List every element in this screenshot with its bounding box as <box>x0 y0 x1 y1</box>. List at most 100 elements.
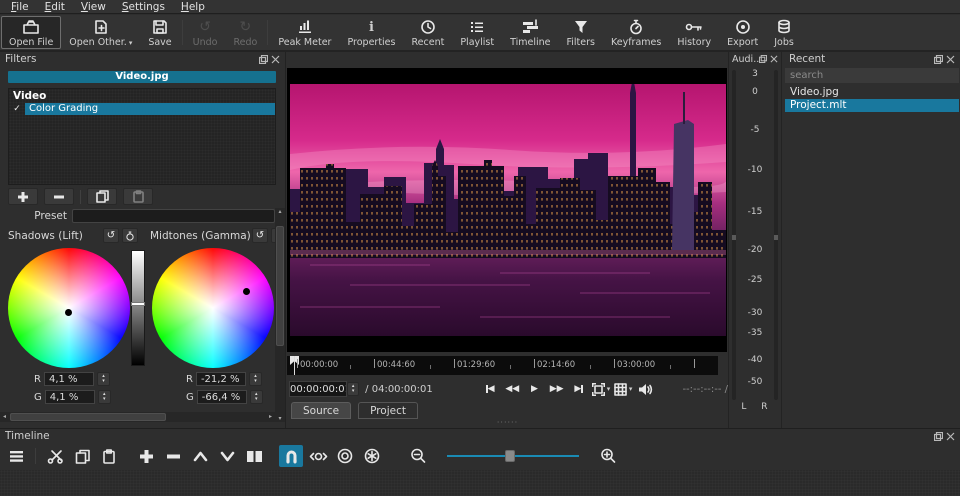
current-time-stepper[interactable]: ▴ ▾ <box>347 382 360 396</box>
close-panel-icon[interactable] <box>271 55 280 64</box>
zoom-out-button[interactable] <box>406 445 430 467</box>
preset-combobox[interactable] <box>72 209 275 223</box>
open-file-button[interactable]: Open File <box>1 16 62 49</box>
remove-filter-button[interactable] <box>44 188 74 205</box>
filters-vertical-scrollbar[interactable]: ▴ ▾ <box>275 208 285 422</box>
midtones-green-input[interactable] <box>196 390 247 404</box>
cut-button[interactable] <box>43 445 67 467</box>
menu-settings[interactable]: Settings <box>114 0 173 14</box>
shadows-level-slider[interactable] <box>131 250 145 366</box>
split-button[interactable] <box>242 445 266 467</box>
midtones-red-stepper[interactable]: ▴ ▾ <box>248 372 262 386</box>
jobs-button[interactable]: Jobs <box>766 16 802 49</box>
timeline-tracks-area[interactable] <box>0 470 960 496</box>
filter-list[interactable]: Video ✓ Color Grading <box>8 88 276 185</box>
overwrite-button[interactable] <box>215 445 239 467</box>
recent-search-input[interactable] <box>785 68 959 83</box>
timeline-button[interactable]: Timeline <box>502 16 558 49</box>
midtones-reset-icon[interactable]: ↺ <box>252 228 268 243</box>
vertical-scroll-thumb[interactable] <box>276 226 284 346</box>
fast-forward-button[interactable]: ▶▶ <box>546 380 568 398</box>
midtones-wheel-cursor[interactable] <box>243 288 250 295</box>
filters-horizontal-scrollbar[interactable]: ◂ ▸ <box>0 412 275 422</box>
zoom-fit-button[interactable]: ▾ <box>590 380 612 398</box>
ruler-timestamp: 02:14:60 <box>537 360 576 370</box>
midtones-green-stepper[interactable]: ▴ ▾ <box>249 390 263 404</box>
shadows-wheel-cursor[interactable] <box>65 309 72 316</box>
scroll-left-icon[interactable]: ◂ <box>0 412 9 422</box>
zoom-fit-icon <box>591 382 605 396</box>
copy-button[interactable] <box>70 445 94 467</box>
close-panel-icon[interactable] <box>770 55 778 63</box>
shadows-red-input[interactable] <box>43 372 94 386</box>
close-panel-icon[interactable] <box>946 432 955 441</box>
skip-to-end-button[interactable]: ▶ <box>568 380 590 398</box>
menu-file[interactable]: File <box>3 0 37 14</box>
menu-view[interactable]: View <box>73 0 114 14</box>
tab-source[interactable]: Source <box>291 402 352 419</box>
save-button[interactable]: Save <box>140 16 179 49</box>
midtones-red-input[interactable] <box>195 372 246 386</box>
zoom-slider-handle[interactable] <box>505 450 515 462</box>
recent-item-selected[interactable]: Project.mlt <box>785 99 959 112</box>
ripple-button[interactable] <box>333 445 357 467</box>
rewind-button[interactable]: ◀◀ <box>501 380 523 398</box>
properties-button[interactable]: i Properties <box>339 16 403 49</box>
play-button[interactable]: ▶ <box>523 380 545 398</box>
history-button[interactable]: History <box>669 16 719 49</box>
append-button[interactable] <box>134 445 158 467</box>
redo-button[interactable]: ↻ Redo <box>225 16 265 49</box>
recent-button[interactable]: Recent <box>403 16 452 49</box>
filters-button[interactable]: Filters <box>559 16 603 49</box>
snap-button[interactable] <box>279 445 303 467</box>
scroll-right-icon[interactable]: ▸ <box>266 412 275 422</box>
add-filter-button[interactable] <box>8 188 38 205</box>
shadows-red-stepper[interactable]: ▴ ▾ <box>96 372 110 386</box>
horizontal-scroll-thumb[interactable] <box>10 413 166 421</box>
grid-button[interactable]: ▾ <box>612 380 634 398</box>
filter-row-color-grading[interactable]: ✓ Color Grading <box>9 103 275 115</box>
player-time-ruler[interactable]: 00:00:00 00:44:60 01:29:60 02:14:60 03:0… <box>287 356 718 375</box>
ruler-tick <box>374 359 375 368</box>
export-button[interactable]: Export <box>719 16 766 49</box>
copy-filters-button[interactable] <box>87 188 117 205</box>
meter-bar-right <box>774 70 778 400</box>
shadows-green-stepper[interactable]: ▴ ▾ <box>97 390 111 404</box>
close-panel-icon[interactable] <box>946 55 955 64</box>
menu-help[interactable]: Help <box>173 0 213 14</box>
tab-project[interactable]: Project <box>358 402 419 419</box>
keyframes-button[interactable]: Keyframes <box>603 16 669 49</box>
timeline-menu-button[interactable] <box>4 445 28 467</box>
volume-button[interactable] <box>634 380 656 398</box>
float-panel-icon[interactable] <box>934 431 943 441</box>
shadows-color-wheel[interactable] <box>8 248 130 368</box>
shadows-level-handle[interactable] <box>131 302 145 306</box>
current-time-input[interactable] <box>289 381 347 397</box>
ripple-all-tracks-button[interactable] <box>360 445 384 467</box>
menu-edit[interactable]: Edit <box>37 0 73 14</box>
open-other-button[interactable]: Open Other. ▾ <box>61 16 140 49</box>
splitter-grip[interactable]: ······ <box>497 418 518 427</box>
lift-button[interactable] <box>188 445 212 467</box>
scroll-up-icon[interactable]: ▴ <box>275 208 285 215</box>
ripple-delete-button[interactable] <box>161 445 185 467</box>
shadows-keyframe-icon[interactable] <box>122 228 138 243</box>
scroll-down-icon[interactable]: ▾ <box>275 415 285 422</box>
timeline-zoom-slider[interactable] <box>447 449 579 463</box>
shadows-reset-icon[interactable]: ↺ <box>103 228 119 243</box>
zoom-in-button[interactable] <box>596 445 620 467</box>
midtones-color-wheel[interactable] <box>152 248 274 368</box>
playlist-button[interactable]: Playlist <box>452 16 502 49</box>
shadows-green-input[interactable] <box>44 390 95 404</box>
float-panel-icon[interactable] <box>259 54 268 64</box>
paste-filters-button[interactable] <box>123 188 153 205</box>
scrub-while-dragging-button[interactable] <box>306 445 330 467</box>
skip-to-start-button[interactable]: ◀ <box>479 380 501 398</box>
undo-button[interactable]: ↺ Undo <box>185 16 226 49</box>
peak-meter-button[interactable]: Peak Meter <box>270 16 339 49</box>
float-panel-icon[interactable] <box>759 55 767 63</box>
float-panel-icon[interactable] <box>934 54 943 64</box>
filter-checkbox[interactable]: ✓ <box>9 104 25 114</box>
paste-button[interactable] <box>97 445 121 467</box>
recent-item[interactable]: Video.jpg <box>785 86 959 99</box>
